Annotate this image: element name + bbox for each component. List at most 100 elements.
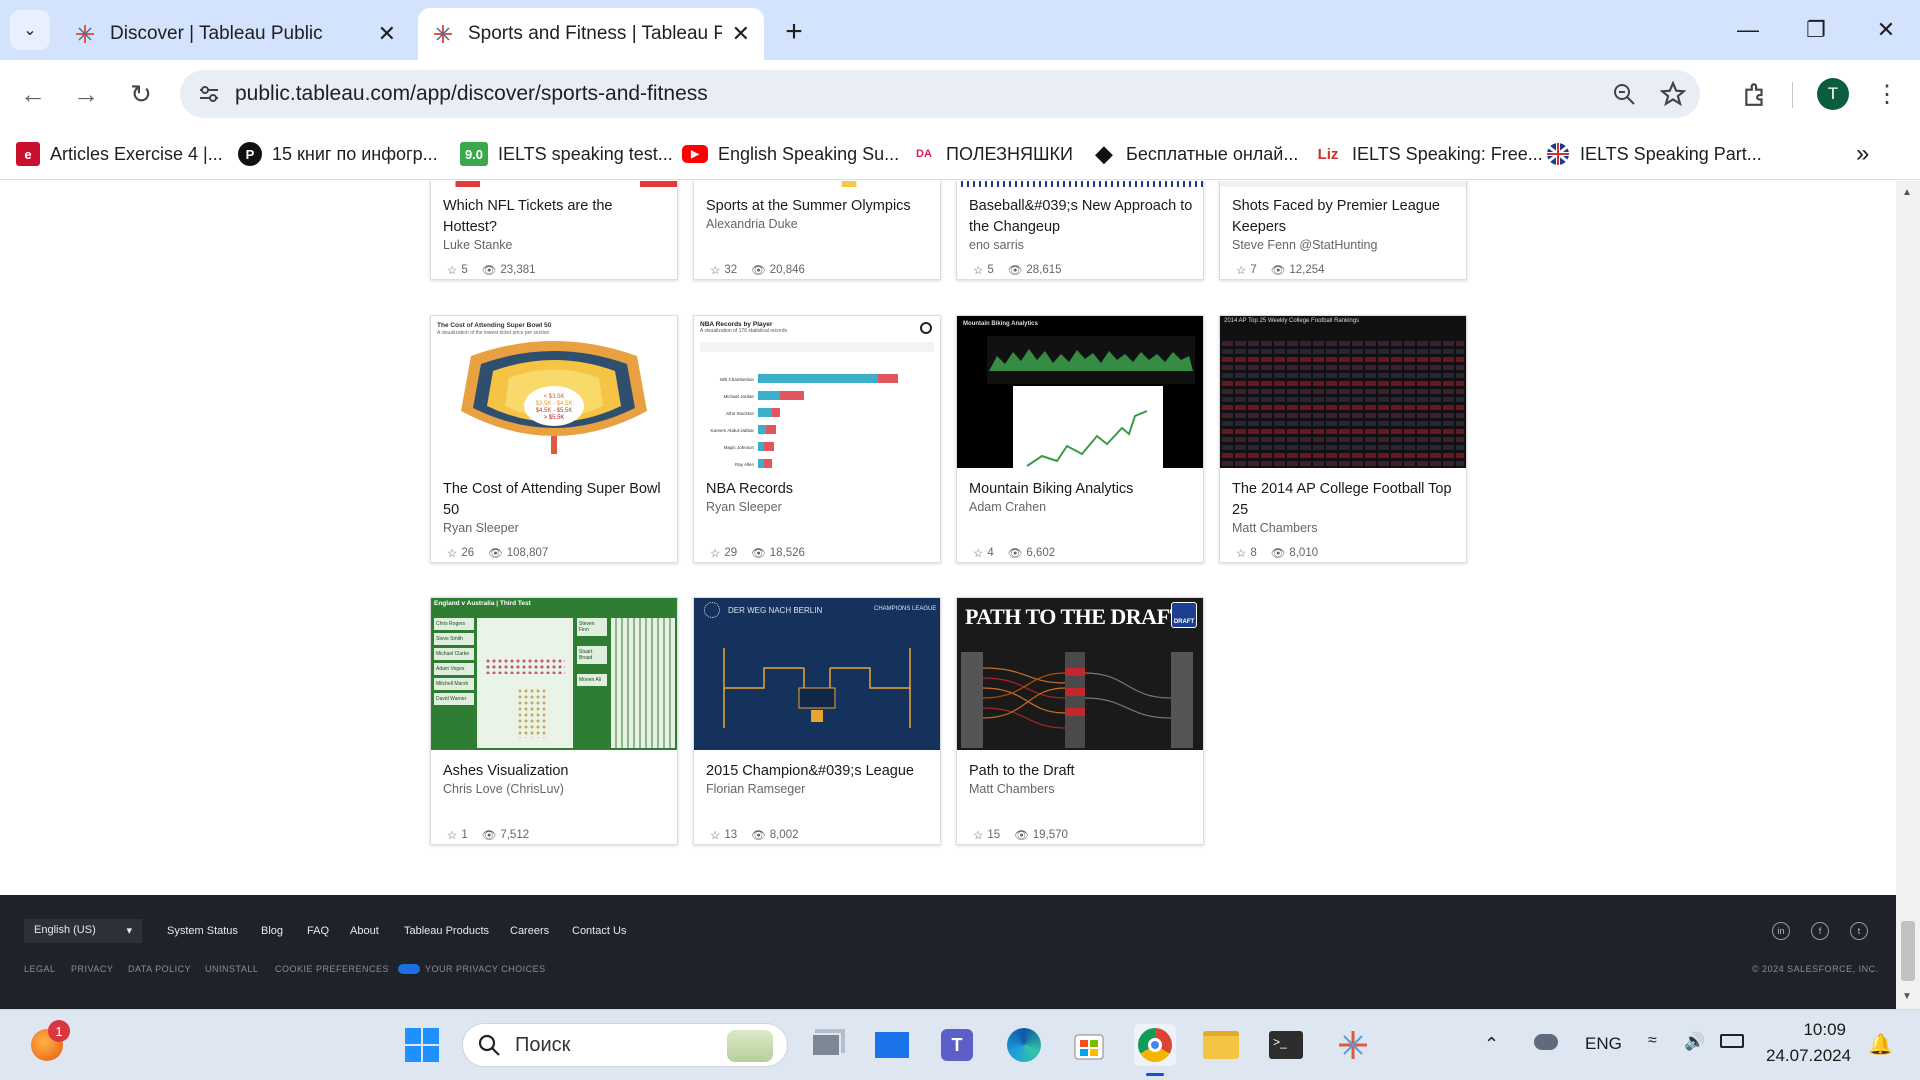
viz-author[interactable]: Ryan Sleeper	[443, 521, 519, 535]
star-icon[interactable]: ☆	[710, 263, 720, 277]
viz-thumbnail[interactable]: DER WEG NACH BERLIN CHAMPIONS LEAGUE	[694, 598, 940, 750]
footer-link-privacy[interactable]: PRIVACY	[71, 964, 113, 974]
star-icon[interactable]: ☆	[447, 263, 457, 277]
viz-title[interactable]: Which NFL Tickets are the Hottest?	[443, 196, 669, 238]
file-explorer-button[interactable]	[1200, 1024, 1242, 1066]
clock-time[interactable]: 10:09	[1770, 1020, 1846, 1040]
viz-author[interactable]: Steve Fenn @StatHunting	[1232, 238, 1377, 252]
viz-author[interactable]: eno sarris	[969, 238, 1024, 252]
task-view-button[interactable]	[805, 1024, 847, 1066]
viz-title[interactable]: The Cost of Attending Super Bowl 50	[443, 479, 669, 521]
footer-link-blog[interactable]: Blog	[261, 925, 283, 937]
wifi-icon[interactable]: ≈	[1648, 1032, 1657, 1050]
viz-title[interactable]: NBA Records	[706, 479, 932, 500]
viz-card[interactable]: Shots Faced by Premier League Keepers St…	[1219, 181, 1467, 280]
viz-title[interactable]: Sports at the Summer Olympics	[706, 196, 932, 217]
star-icon[interactable]: ☆	[973, 828, 983, 842]
restore-button[interactable]: ❐	[1796, 10, 1836, 50]
forward-button[interactable]: →	[66, 74, 106, 114]
new-tab-button[interactable]: +	[774, 12, 814, 52]
viz-card[interactable]: Mountain Biking Analytics Mountain Bikin…	[956, 315, 1204, 563]
footer-link-about[interactable]: About	[350, 925, 379, 937]
bookmark-item[interactable]: DA ПОЛЕЗНЯШКИ	[912, 138, 1073, 170]
viz-author[interactable]: Matt Chambers	[1232, 521, 1317, 535]
footer-link-uninstall[interactable]: UNINSTALL	[205, 964, 258, 974]
star-icon[interactable]: ☆	[973, 546, 983, 560]
facebook-icon[interactable]: f	[1811, 922, 1829, 940]
extensions-button[interactable]	[1735, 74, 1775, 114]
viz-title[interactable]: Ashes Visualization	[443, 761, 669, 782]
terminal-button[interactable]: >_	[1265, 1024, 1307, 1066]
viz-card[interactable]: Sports at the Summer Olympics Alexandria…	[693, 181, 941, 280]
footer-link-system-status[interactable]: System Status	[167, 925, 238, 937]
input-language[interactable]: ENG	[1585, 1034, 1622, 1054]
viz-thumbnail[interactable]: The Cost of Attending Super Bowl 50 A vi…	[431, 316, 677, 468]
scroll-down-icon[interactable]: ▼	[1902, 991, 1912, 1002]
viz-card[interactable]: England v Australia | Third Test Chris R…	[430, 597, 678, 845]
scroll-up-icon[interactable]: ▲	[1902, 187, 1912, 198]
more-bookmarks-icon[interactable]: »	[1856, 138, 1869, 170]
bookmark-item[interactable]: e Articles Exercise 4 |...	[16, 138, 223, 170]
url-text[interactable]: public.tableau.com/app/discover/sports-a…	[235, 82, 708, 106]
viz-author[interactable]: Luke Stanke	[443, 238, 513, 252]
bookmark-item[interactable]: ◆ Бесплатные онлай...	[1092, 138, 1299, 170]
back-button[interactable]: ←	[13, 74, 53, 114]
bookmark-star-icon[interactable]	[1660, 81, 1686, 107]
star-icon[interactable]: ☆	[710, 828, 720, 842]
viz-title[interactable]: Path to the Draft	[969, 761, 1195, 782]
edge-button[interactable]	[1003, 1024, 1045, 1066]
notifications-bell-icon[interactable]: 🔔	[1868, 1032, 1893, 1057]
viz-author[interactable]: Ryan Sleeper	[706, 500, 782, 514]
store-button[interactable]	[1068, 1024, 1110, 1066]
language-select[interactable]: English (US) ▾	[24, 919, 142, 943]
bookmark-item[interactable]: IELTS Speaking Part...	[1546, 138, 1762, 170]
footer-link-tableau-products[interactable]: Tableau Products	[404, 925, 489, 937]
tab-search-button[interactable]: ⌄	[10, 10, 50, 50]
viz-card[interactable]: Baseball&#039;s New Approach to the Chan…	[956, 181, 1204, 280]
clock-date[interactable]: 24.07.2024	[1766, 1046, 1851, 1066]
address-bar[interactable]: public.tableau.com/app/discover/sports-a…	[180, 70, 1700, 118]
footer-link-cookie-preferences[interactable]: COOKIE PREFERENCES	[275, 964, 389, 974]
teams-button[interactable]: T	[936, 1024, 978, 1066]
viz-author[interactable]: Alexandria Duke	[706, 217, 798, 231]
footer-link-contact-us[interactable]: Contact Us	[572, 925, 626, 937]
tab-discover[interactable]: Discover | Tableau Public ✕	[60, 8, 410, 60]
linkedin-icon[interactable]: in	[1772, 922, 1790, 940]
bookmark-item[interactable]: 9.0 IELTS speaking test...	[460, 138, 673, 170]
battery-icon[interactable]	[1720, 1034, 1744, 1048]
taskbar-search[interactable]: Поиск	[462, 1023, 788, 1067]
start-button[interactable]	[401, 1024, 443, 1066]
viz-card[interactable]: 2014 AP Top 25 Weekly College Football R…	[1219, 315, 1467, 563]
menu-button[interactable]: ⋮	[1867, 74, 1907, 114]
close-window-button[interactable]: ✕	[1866, 10, 1906, 50]
viz-author[interactable]: Adam Crahen	[969, 500, 1046, 514]
reload-button[interactable]: ↻	[121, 74, 161, 114]
tab-sports-and-fitness[interactable]: Sports and Fitness | Tableau Public ✕	[418, 8, 764, 60]
zoom-icon[interactable]	[1612, 82, 1636, 106]
viz-card[interactable]: The Cost of Attending Super Bowl 50 A vi…	[430, 315, 678, 563]
footer-link-careers[interactable]: Careers	[510, 925, 549, 937]
viz-thumbnail[interactable]	[431, 181, 677, 187]
scrollbar-thumb[interactable]	[1901, 921, 1915, 981]
viz-thumbnail[interactable]: England v Australia | Third Test Chris R…	[431, 598, 677, 750]
footer-link-legal[interactable]: LEGAL	[24, 964, 56, 974]
twitter-icon[interactable]: t	[1850, 922, 1868, 940]
close-tab-icon[interactable]: ✕	[378, 21, 396, 47]
profile-avatar[interactable]: T	[1817, 78, 1849, 110]
bookmark-item[interactable]: Liz IELTS Speaking: Free...	[1314, 138, 1543, 170]
minimize-button[interactable]: —	[1728, 10, 1768, 50]
volume-icon[interactable]: 🔊	[1684, 1032, 1705, 1052]
viz-title[interactable]: Shots Faced by Premier League Keepers	[1232, 196, 1458, 238]
viz-card[interactable]: Which NFL Tickets are the Hottest? Luke …	[430, 181, 678, 280]
viz-title[interactable]: Baseball&#039;s New Approach to the Chan…	[969, 196, 1195, 238]
star-icon[interactable]: ☆	[973, 263, 983, 277]
viz-thumbnail[interactable]	[957, 181, 1203, 187]
viz-author[interactable]: Matt Chambers	[969, 782, 1054, 796]
footer-link-faq[interactable]: FAQ	[307, 925, 329, 937]
viz-thumbnail[interactable]	[694, 181, 940, 187]
star-icon[interactable]: ☆	[447, 828, 457, 842]
widgets-button[interactable]: 1	[26, 1020, 70, 1066]
star-icon[interactable]: ☆	[447, 546, 457, 560]
page-scrollbar[interactable]: ▲ ▼	[1896, 181, 1920, 1009]
footer-link-privacy-choices[interactable]: YOUR PRIVACY CHOICES	[398, 964, 546, 974]
